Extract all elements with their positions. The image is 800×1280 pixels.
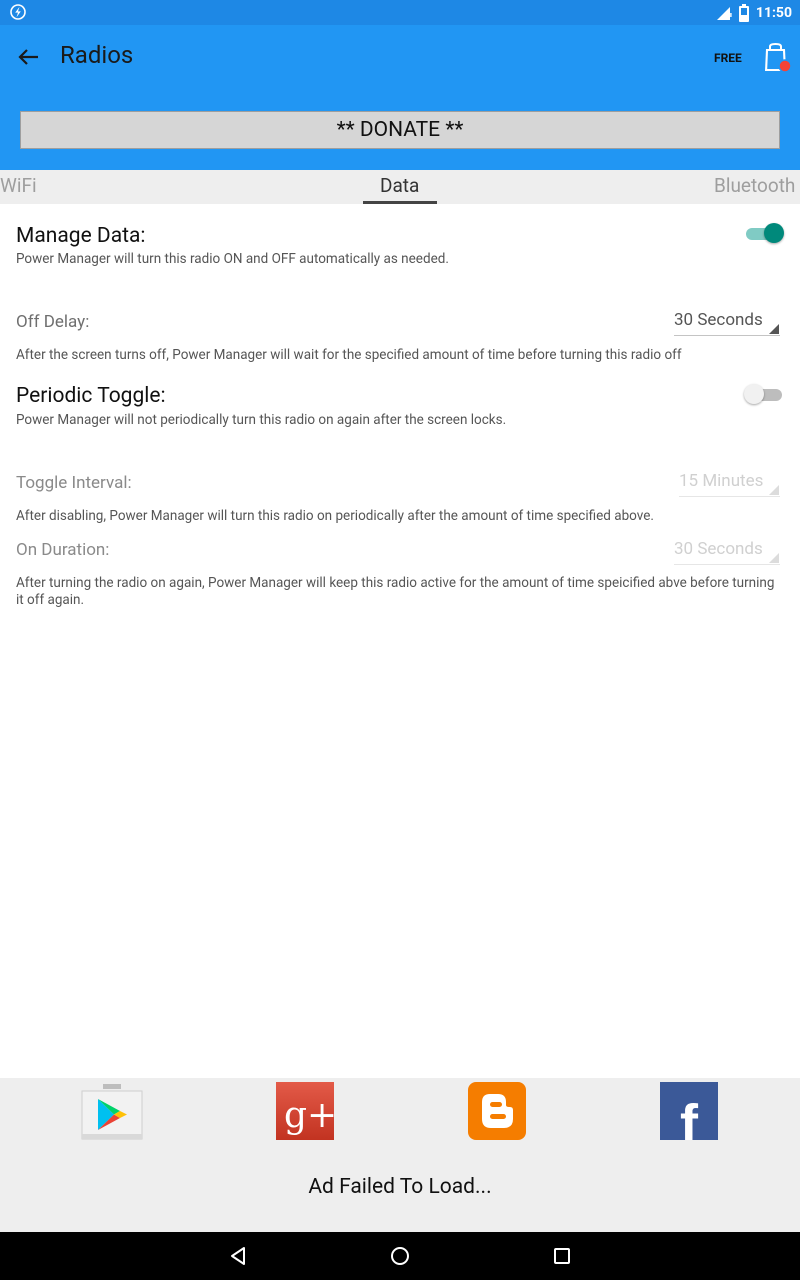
on-duration-spinner[interactable]: 30 Seconds — [674, 539, 780, 565]
home-nav-icon[interactable] — [388, 1244, 412, 1268]
tab-wifi[interactable]: WiFi — [0, 174, 37, 197]
periodic-toggle-title: Periodic Toggle: — [16, 384, 166, 408]
status-time: 11:50 — [755, 5, 792, 21]
on-duration-label: On Duration: — [16, 540, 110, 560]
settings-content: Manage Data: Power Manager will turn thi… — [0, 204, 800, 1078]
toggle-interval-label: Toggle Interval: — [16, 473, 132, 493]
off-delay-spinner[interactable]: 30 Seconds — [674, 310, 780, 336]
free-label: FREE — [714, 51, 742, 65]
shopping-bag-icon[interactable] — [762, 43, 792, 73]
app-bar: Radios FREE ** DONATE ** — [0, 25, 800, 170]
play-store-icon[interactable] — [81, 1082, 143, 1140]
tab-bar: WiFi Data Bluetooth — [0, 170, 800, 204]
manage-data-switch[interactable] — [744, 222, 784, 244]
signal-icon — [716, 7, 732, 20]
back-nav-icon[interactable] — [226, 1244, 250, 1268]
ad-area: g+ f Ad Failed To Load... — [0, 1078, 800, 1232]
status-right: 11:50 — [716, 3, 792, 23]
dropdown-arrow-icon — [769, 553, 779, 563]
blogger-icon[interactable] — [468, 1082, 526, 1140]
periodic-toggle-description: Power Manager will not periodically turn… — [16, 412, 507, 428]
back-arrow-icon[interactable] — [14, 45, 42, 69]
battery-icon — [738, 4, 749, 22]
facebook-text: f — [680, 1094, 699, 1140]
google-plus-icon[interactable]: g+ — [276, 1082, 334, 1140]
recents-nav-icon[interactable] — [550, 1244, 574, 1268]
dropdown-arrow-icon — [769, 324, 779, 334]
manage-data-description: Power Manager will turn this radio ON an… — [16, 251, 449, 267]
dropdown-arrow-icon — [769, 485, 779, 495]
facebook-icon[interactable]: f — [660, 1082, 718, 1140]
off-delay-label: Off Delay: — [16, 312, 90, 332]
donate-button[interactable]: ** DONATE ** — [20, 111, 780, 149]
on-duration-value: 30 Seconds — [674, 539, 763, 559]
page-title: Radios — [60, 41, 134, 69]
toggle-interval-description: After disabling, Power Manager will turn… — [16, 508, 654, 524]
google-plus-text: g+ — [284, 1095, 334, 1136]
toggle-interval-spinner[interactable]: 15 Minutes — [679, 471, 780, 497]
tab-data[interactable]: Data — [380, 174, 419, 197]
app-notification-icon — [10, 4, 26, 20]
navigation-bar — [0, 1232, 800, 1280]
manage-data-title: Manage Data: — [16, 224, 146, 248]
off-delay-value: 30 Seconds — [674, 310, 763, 330]
tab-bluetooth[interactable]: Bluetooth — [714, 174, 795, 197]
on-duration-description: After turning the radio on again, Power … — [16, 575, 775, 608]
ad-failed-text: Ad Failed To Load... — [308, 1175, 492, 1199]
status-bar: 11:50 — [0, 0, 800, 25]
off-delay-description: After the screen turns off, Power Manage… — [16, 347, 682, 363]
toggle-interval-value: 15 Minutes — [679, 471, 764, 491]
periodic-toggle-switch[interactable] — [744, 383, 784, 405]
